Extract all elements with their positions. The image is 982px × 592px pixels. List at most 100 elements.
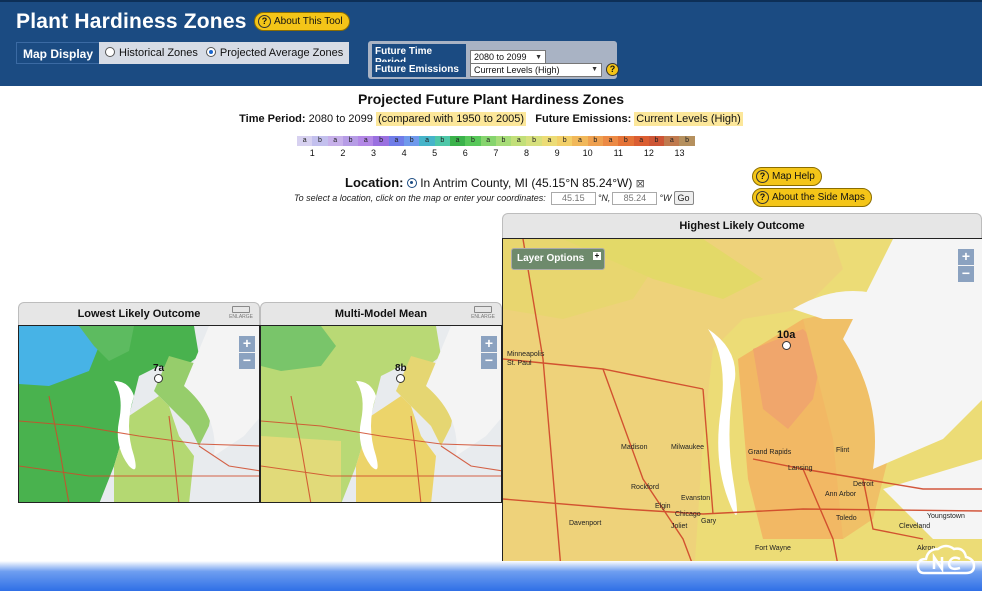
legend-zone-number: 2 <box>340 148 346 158</box>
city-label: Ann Arbor <box>825 491 857 498</box>
zone-marker: 8b <box>395 363 407 383</box>
legend-swatch: a <box>602 136 619 146</box>
lowest-zoom-controls: + − <box>239 336 255 369</box>
latitude-input[interactable] <box>550 191 596 205</box>
radio-projected-zones[interactable]: Projected Average Zones <box>205 47 343 59</box>
city-label: Madison <box>621 444 648 451</box>
legend-swatch: b <box>495 136 512 146</box>
legend-swatch: b <box>587 136 603 146</box>
legend-swatch: b <box>557 136 573 146</box>
city-label: Gary <box>701 518 717 525</box>
zoom-out-button[interactable]: − <box>239 353 255 369</box>
legend-swatch: a <box>419 136 435 146</box>
location-value: In Antrim County, MI (45.15°N 85.24°W) <box>420 176 633 190</box>
legend-swatch: b <box>312 136 328 146</box>
time-period-value: 2080 to 2099 <box>308 113 373 125</box>
legend-swatch: b <box>342 136 359 146</box>
longitude-input[interactable] <box>612 191 658 205</box>
future-emissions-label: Future Emissions <box>372 62 466 77</box>
city-label: Joliet <box>671 523 688 530</box>
about-tool-button[interactable]: ? About This Tool <box>254 12 350 31</box>
legend-zone-number: 13 <box>674 148 685 158</box>
site-logo <box>916 541 976 579</box>
legend-zone-number: 11 <box>613 148 623 158</box>
zoom-in-button[interactable]: + <box>958 249 974 265</box>
bottom-bar <box>0 561 982 591</box>
go-button[interactable]: Go <box>673 191 694 205</box>
highest-outcome-header: Highest Likely Outcome <box>502 213 982 238</box>
location-pin-icon <box>396 374 406 383</box>
legend-swatch: a <box>449 136 466 146</box>
city-label: Youngstown <box>927 513 965 520</box>
map-display-label: Map Display <box>16 42 100 64</box>
city-label: Milwaukee <box>671 444 705 451</box>
zoom-out-button[interactable]: − <box>481 353 497 369</box>
emissions-select[interactable]: Current Levels (High) ▼ <box>470 62 602 77</box>
zoom-in-button[interactable]: + <box>239 336 255 352</box>
legend-swatch: a <box>572 136 588 146</box>
chevron-down-icon: ▼ <box>591 66 598 73</box>
layer-options-button[interactable]: Layer Options + <box>511 248 605 270</box>
legend-swatch: a <box>297 136 313 146</box>
legend-swatch: b <box>618 136 634 146</box>
clear-location-icon[interactable]: ⊠ <box>636 178 645 190</box>
mean-outcome-header: Multi-Model Mean ENLARGE <box>260 302 502 325</box>
legend-zone-number: 6 <box>462 148 468 158</box>
legend-swatch: b <box>526 136 542 146</box>
city-label: Evanston <box>681 495 711 502</box>
zone-marker: 10a <box>777 329 795 350</box>
city-label: Minneapolis <box>507 351 545 358</box>
legend-zone-number: 4 <box>401 148 407 158</box>
side-maps-help-button[interactable]: ? About the Side Maps <box>752 188 872 207</box>
location-pin-icon <box>406 178 417 188</box>
legend-swatch: a <box>388 136 405 146</box>
compared-period: (compared with 1950 to 2005) <box>375 112 527 126</box>
legend-swatch: a <box>664 136 680 146</box>
legend-swatch: b <box>373 136 389 146</box>
mean-outcome-map[interactable]: + − 8b <box>260 325 502 503</box>
city-label: Chicago <box>675 511 701 518</box>
zoom-out-button[interactable]: − <box>958 266 974 282</box>
question-mark-icon: ? <box>756 170 769 183</box>
enlarge-icon[interactable]: ENLARGE <box>471 306 495 320</box>
city-label: Detroit <box>853 481 874 488</box>
lowest-outcome-map[interactable]: + − 7a <box>18 325 260 503</box>
question-mark-icon: ? <box>258 15 271 28</box>
legend-swatch: a <box>541 136 558 146</box>
emissions-help-icon[interactable]: ? <box>606 63 619 76</box>
question-mark-icon: ? <box>756 191 769 204</box>
legend-swatch: a <box>327 136 343 146</box>
legend-zone-number: 3 <box>370 148 376 158</box>
legend-swatch: b <box>465 136 481 146</box>
coordinate-entry: To select a location, click on the map o… <box>294 191 694 205</box>
legend-zone-number: 7 <box>493 148 499 158</box>
zone-marker: 7a <box>153 363 164 383</box>
zone-legend: a b a b a b a b a b a b a b a b a b a b a b a b a b 1 2 3 4 5 6 7 8 9 10 11 1… <box>297 136 695 158</box>
city-label: Cleveland <box>899 523 931 530</box>
legend-zone-number: 1 <box>309 148 315 158</box>
city-label: Rockford <box>631 484 660 491</box>
legend-swatch: b <box>434 136 450 146</box>
map-display-group: Map Display Historical Zones Projected A… <box>16 42 350 64</box>
city-label: Lansing <box>788 465 813 472</box>
app-title: Plant Hardiness Zones <box>16 10 247 33</box>
future-settings-box: Future Time Period 2080 to 2099 ▼ Future… <box>368 41 619 79</box>
enlarge-icon[interactable]: ENLARGE <box>229 306 253 320</box>
about-tool-label: About This Tool <box>274 16 343 27</box>
city-label: Davenport <box>569 520 602 527</box>
legend-swatch: a <box>358 136 374 146</box>
city-label: Toledo <box>836 515 857 522</box>
emissions-value: Current Levels (High) <box>634 112 743 126</box>
legend-zone-number: 5 <box>432 148 438 158</box>
map-help-button[interactable]: ? Map Help <box>752 167 822 186</box>
radio-projected-indicator[interactable] <box>205 47 216 57</box>
highest-outcome-map[interactable]: Layer Options + + − 10a Minneapolis St. … <box>502 238 982 591</box>
zoom-in-button[interactable]: + <box>481 336 497 352</box>
radio-historical-indicator[interactable] <box>105 47 116 57</box>
page-title: Projected Future Plant Hardiness Zones <box>357 91 625 107</box>
legend-zone-number: 10 <box>582 148 593 158</box>
legend-zone-number: 8 <box>523 148 529 158</box>
legend-swatch: a <box>633 136 649 146</box>
radio-historical-zones[interactable]: Historical Zones <box>105 47 198 59</box>
city-label: St. Paul <box>507 360 532 367</box>
